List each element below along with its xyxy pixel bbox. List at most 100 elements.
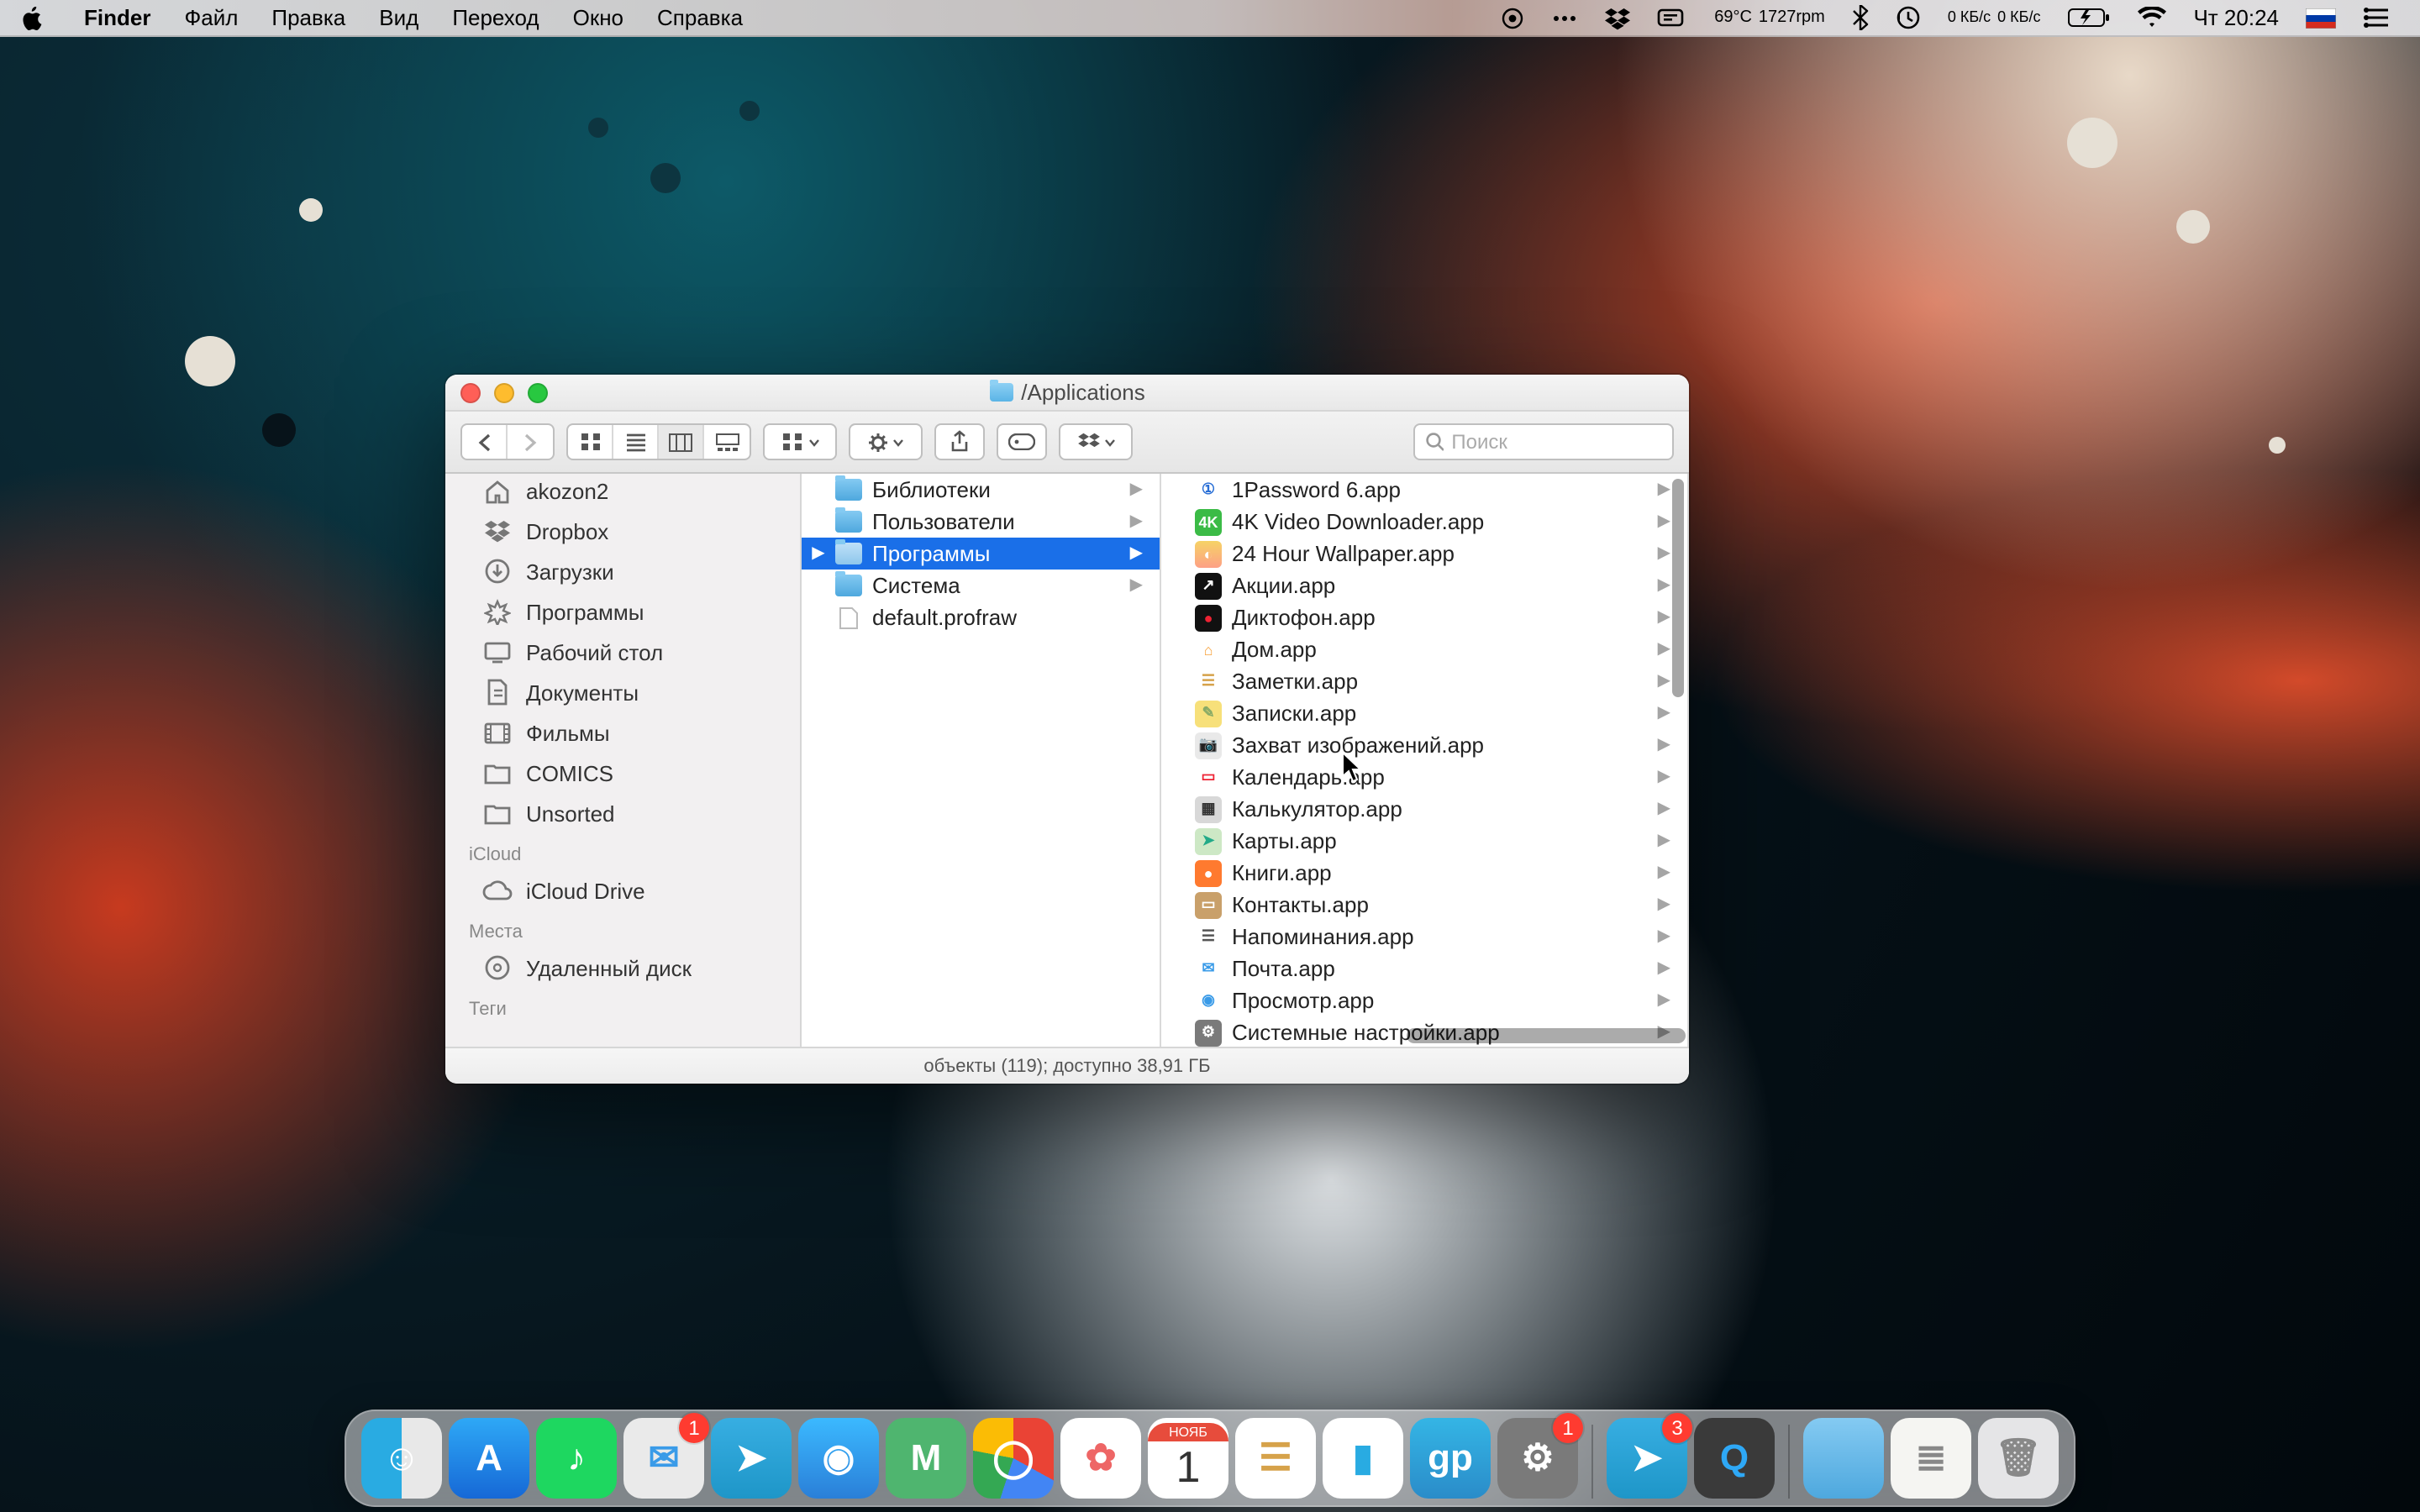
item-label: Программы — [872, 541, 990, 566]
app-item[interactable]: ✎Записки.app▶ — [1161, 697, 1687, 729]
status-wifi-icon[interactable] — [2124, 7, 2180, 29]
list-view-button[interactable] — [613, 425, 659, 459]
sidebar-item-icloud[interactable]: iCloud Drive — [445, 870, 800, 911]
dock-trash[interactable]: 🗑 — [1978, 1418, 2059, 1499]
dock-finder[interactable]: ☺ — [361, 1418, 442, 1499]
sidebar-item-remote-disc[interactable]: Удаленный диск — [445, 948, 800, 988]
dock-photos[interactable]: ✿ — [1060, 1418, 1141, 1499]
search-input[interactable] — [1451, 430, 1662, 454]
sidebar-item-folder[interactable]: Unsorted — [445, 793, 800, 833]
app-item[interactable]: ◐24 Hour Wallpaper.app▶ — [1161, 538, 1687, 570]
app-item[interactable]: ▭Контакты.app▶ — [1161, 889, 1687, 921]
status-bluetooth-icon[interactable] — [1839, 5, 1882, 30]
sidebar-item-apps[interactable]: Программы — [445, 591, 800, 632]
status-clock[interactable]: Чт 20:24 — [2180, 5, 2292, 30]
column-item[interactable]: Пользователи▶ — [802, 506, 1160, 538]
arrange-button[interactable] — [763, 423, 837, 460]
status-language-icon[interactable] — [2292, 8, 2349, 28]
column-item[interactable]: Система▶ — [802, 570, 1160, 601]
app-item[interactable]: ➤Карты.app▶ — [1161, 825, 1687, 857]
downloads-icon — [482, 556, 513, 586]
chevron-right-icon: ▶ — [1658, 959, 1677, 978]
menu-window[interactable]: Окно — [556, 5, 640, 30]
sidebar-item-docs[interactable]: Документы — [445, 672, 800, 712]
app-name[interactable]: Finder — [67, 5, 167, 30]
search-field[interactable] — [1413, 423, 1674, 460]
dock-folder-dl[interactable] — [1803, 1418, 1884, 1499]
status-record-icon[interactable] — [1487, 6, 1538, 29]
dock-appstore[interactable]: A — [449, 1418, 529, 1499]
app-item[interactable]: ↗Акции.app▶ — [1161, 570, 1687, 601]
app-item[interactable]: ✉Почта.app▶ — [1161, 953, 1687, 984]
dock-mail[interactable]: ✉1 — [623, 1418, 704, 1499]
column-view-button[interactable] — [659, 425, 704, 459]
dock-notes[interactable]: ☰ — [1235, 1418, 1316, 1499]
close-button[interactable] — [460, 383, 481, 403]
status-network[interactable]: 0 КБ/с 0 КБ/с — [1934, 10, 2054, 25]
sidebar-item-movies[interactable]: Фильмы — [445, 712, 800, 753]
dropbox-button[interactable] — [1059, 423, 1133, 460]
app-item[interactable]: ●Книги.app▶ — [1161, 857, 1687, 889]
forward-button[interactable] — [508, 425, 553, 459]
app-item[interactable]: ●Диктофон.app▶ — [1161, 601, 1687, 633]
dock-mega[interactable]: M — [886, 1418, 966, 1499]
status-timemachine-icon[interactable] — [1882, 5, 1934, 30]
app-item[interactable]: ①1Password 6.app▶ — [1161, 474, 1687, 506]
app-item[interactable]: ▭Календарь.app▶ — [1161, 761, 1687, 793]
tags-button[interactable] — [997, 423, 1047, 460]
apple-menu-icon[interactable] — [20, 6, 44, 29]
app-item[interactable]: ☰Напоминания.app▶ — [1161, 921, 1687, 953]
column-item[interactable]: ▶Программы▶ — [802, 538, 1160, 570]
icon-view-button[interactable] — [568, 425, 613, 459]
folder-icon — [989, 383, 1013, 402]
dock-folder-doc[interactable]: ≣ — [1891, 1418, 1971, 1499]
sidebar-item-dropbox[interactable]: Dropbox — [445, 511, 800, 551]
back-button[interactable] — [462, 425, 508, 459]
app-item[interactable]: ◉Просмотр.app▶ — [1161, 984, 1687, 1016]
status-notification-icon[interactable] — [2349, 7, 2403, 29]
app-item[interactable]: ☰Заметки.app▶ — [1161, 665, 1687, 697]
menu-view[interactable]: Вид — [362, 5, 435, 30]
menu-help[interactable]: Справка — [640, 5, 760, 30]
sidebar-item-downloads[interactable]: Загрузки — [445, 551, 800, 591]
dock-books[interactable]: ▮ — [1323, 1418, 1403, 1499]
status-temperature[interactable]: 69°C 1727rpm — [1701, 9, 1839, 26]
item-label: 24 Hour Wallpaper.app — [1232, 541, 1455, 566]
sidebar-item-label: iCloud Drive — [526, 878, 645, 903]
dock-quicktime[interactable]: Q — [1694, 1418, 1775, 1499]
gallery-view-button[interactable] — [704, 425, 750, 459]
status-battery-icon[interactable] — [2054, 7, 2124, 29]
column-item[interactable]: default.profraw — [802, 601, 1160, 633]
column-item[interactable]: Библиотеки▶ — [802, 474, 1160, 506]
menu-edit[interactable]: Правка — [255, 5, 362, 30]
status-display-icon[interactable] — [1644, 6, 1701, 29]
menu-go[interactable]: Переход — [435, 5, 555, 30]
sidebar-item-desktop[interactable]: Рабочий стол — [445, 632, 800, 672]
dock-settings[interactable]: ⚙1 — [1497, 1418, 1578, 1499]
dock-spotify[interactable]: ♪ — [536, 1418, 617, 1499]
dock-calendar[interactable]: НОЯБ1 — [1148, 1418, 1228, 1499]
app-item[interactable]: ▦Калькулятор.app▶ — [1161, 793, 1687, 825]
scrollbar-horizontal[interactable] — [1407, 1028, 1686, 1043]
status-more-icon[interactable] — [1538, 6, 1591, 29]
titlebar[interactable]: /Applications — [445, 375, 1689, 412]
dock-telegram[interactable]: ➤ — [711, 1418, 792, 1499]
app-item[interactable]: 4K4K Video Downloader.app▶ — [1161, 506, 1687, 538]
folder-icon — [835, 511, 862, 533]
scrollbar-vertical[interactable] — [1672, 479, 1684, 697]
dock-telegram2[interactable]: ➤3 — [1607, 1418, 1687, 1499]
menu-file[interactable]: Файл — [167, 5, 255, 30]
app-item[interactable]: ⌂Дом.app▶ — [1161, 633, 1687, 665]
dock-chrome[interactable]: ◯ — [973, 1418, 1054, 1499]
app-item[interactable]: 📷Захват изображений.app▶ — [1161, 729, 1687, 761]
sidebar-item-folder[interactable]: COMICS — [445, 753, 800, 793]
sidebar-item-home[interactable]: akozon2 — [445, 475, 800, 511]
action-button[interactable] — [849, 423, 923, 460]
status-dropbox-icon[interactable] — [1591, 6, 1644, 29]
dock-tweetbot[interactable]: ◉ — [798, 1418, 879, 1499]
minimize-button[interactable] — [494, 383, 514, 403]
dock-app-gp[interactable]: gp — [1410, 1418, 1491, 1499]
share-button[interactable] — [934, 423, 985, 460]
zoom-button[interactable] — [528, 383, 548, 403]
sidebar-item-label: akozon2 — [526, 478, 608, 503]
